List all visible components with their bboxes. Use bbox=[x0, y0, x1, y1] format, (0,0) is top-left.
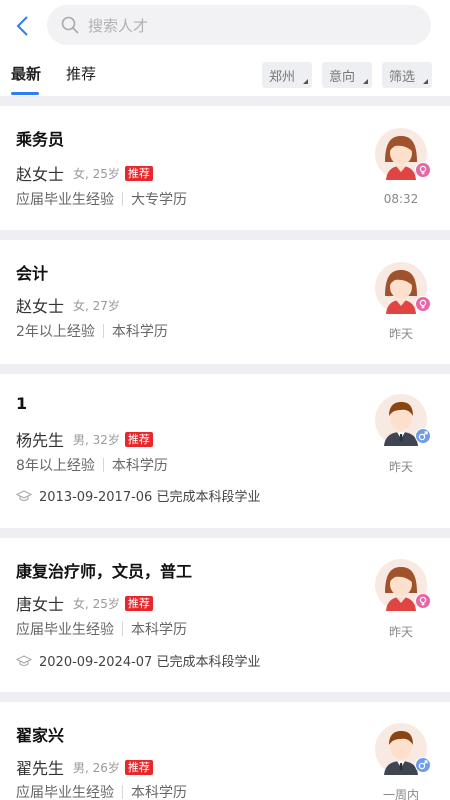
education-history: 2020-09-2024-07 已完成本科段学业 bbox=[16, 651, 260, 670]
update-time: 昨天 bbox=[388, 460, 413, 474]
avatar[interactable] bbox=[375, 128, 431, 180]
person-name: 赵女士 bbox=[16, 297, 65, 316]
search-input[interactable]: 搜索人才 bbox=[47, 5, 431, 45]
education: 本科学历 bbox=[111, 458, 168, 474]
filter-more-label: 筛选 bbox=[389, 69, 416, 85]
filter-intention-label: 意向 bbox=[329, 69, 356, 85]
search-icon bbox=[61, 16, 79, 34]
person-name: 翟先生 bbox=[16, 759, 65, 778]
recommend-tag: 推荐 bbox=[124, 165, 153, 181]
avatar[interactable] bbox=[375, 559, 431, 611]
talent-search-page: 搜索人才 最新 推荐 郑州 意向 筛选 乘务员 赵女士 女, 25岁 推荐 应届… bbox=[0, 0, 450, 800]
education-history: 2013-09-2017-06 已完成本科段学业 bbox=[16, 486, 260, 505]
info-row: 8年以上经验 本科学历 bbox=[16, 455, 168, 475]
info-row: 应届毕业生经验 本科学历 bbox=[16, 619, 187, 639]
info-row: 2年以上经验 本科学历 bbox=[16, 321, 168, 341]
divider bbox=[122, 192, 123, 206]
experience: 应届毕业生经验 bbox=[16, 192, 114, 208]
person-meta: 男, 32岁 bbox=[73, 432, 120, 447]
candidate-card[interactable]: 翟家兴 翟先生 男, 26岁 推荐 应届毕业生经验 本科学历 一周内 bbox=[0, 702, 450, 800]
filter-intention[interactable]: 意向 bbox=[322, 62, 372, 88]
recommend-tag: 推荐 bbox=[124, 431, 153, 447]
female-icon bbox=[415, 162, 431, 178]
education: 大专学历 bbox=[131, 192, 187, 208]
education-history-text: 2013-09-2017-06 已完成本科段学业 bbox=[39, 490, 261, 505]
person-meta: 男, 26岁 bbox=[73, 760, 120, 775]
person-row: 杨先生 男, 32岁 推荐 bbox=[16, 427, 153, 451]
back-arrow-icon bbox=[16, 16, 28, 36]
tab-recommended[interactable]: 推荐 bbox=[66, 63, 96, 84]
graduation-cap-icon bbox=[16, 489, 32, 501]
dropdown-triangle-icon bbox=[423, 79, 428, 84]
experience: 应届毕业生经验 bbox=[16, 622, 114, 638]
person-name: 赵女士 bbox=[16, 165, 65, 184]
job-title: 1 bbox=[16, 394, 28, 413]
experience: 8年以上经验 bbox=[16, 458, 95, 474]
divider bbox=[102, 458, 104, 472]
person-name: 杨先生 bbox=[16, 431, 65, 450]
back-button[interactable] bbox=[8, 10, 38, 42]
experience: 应届毕业生经验 bbox=[16, 785, 114, 800]
female-icon bbox=[415, 593, 431, 609]
person-row: 翟先生 男, 26岁 推荐 bbox=[16, 755, 153, 779]
person-name: 唐女士 bbox=[16, 595, 65, 614]
filter-city-label: 郑州 bbox=[269, 69, 296, 85]
job-title: 康复治疗师，文员，普工 bbox=[16, 562, 193, 581]
filter-more[interactable]: 筛选 bbox=[382, 62, 432, 88]
person-meta: 女, 25岁 bbox=[73, 596, 120, 611]
update-time: 昨天 bbox=[388, 625, 413, 639]
candidate-card[interactable]: 会计 赵女士 女, 27岁 2年以上经验 本科学历 昨天 bbox=[0, 240, 450, 364]
person-row: 赵女士 女, 25岁 推荐 bbox=[16, 161, 153, 185]
tab-bar: 最新 推荐 郑州 意向 筛选 bbox=[0, 52, 450, 96]
male-icon bbox=[415, 428, 431, 444]
tab-indicator bbox=[11, 92, 39, 95]
info-row: 应届毕业生经验 大专学历 bbox=[16, 189, 187, 209]
avatar[interactable] bbox=[375, 394, 431, 446]
avatar[interactable] bbox=[375, 723, 431, 775]
divider bbox=[122, 785, 123, 799]
education: 本科学历 bbox=[131, 622, 187, 638]
candidate-card[interactable]: 康复治疗师，文员，普工 唐女士 女, 25岁 推荐 应届毕业生经验 本科学历 20… bbox=[0, 538, 450, 692]
info-row: 应届毕业生经验 本科学历 bbox=[16, 782, 187, 800]
header: 搜索人才 bbox=[0, 0, 450, 52]
male-icon bbox=[415, 757, 431, 773]
education-history-text: 2020-09-2024-07 已完成本科段学业 bbox=[39, 655, 261, 670]
filter-city[interactable]: 郑州 bbox=[262, 62, 312, 88]
person-row: 赵女士 女, 27岁 bbox=[16, 293, 120, 317]
education: 本科学历 bbox=[131, 785, 187, 800]
update-time: 一周内 bbox=[382, 788, 419, 800]
tab-latest[interactable]: 最新 bbox=[11, 63, 41, 84]
avatar[interactable] bbox=[375, 262, 431, 314]
female-icon bbox=[415, 296, 431, 312]
person-meta: 女, 25岁 bbox=[73, 166, 120, 181]
job-title: 会计 bbox=[16, 264, 49, 283]
person-meta: 女, 27岁 bbox=[73, 298, 120, 313]
experience: 2年以上经验 bbox=[16, 324, 95, 340]
update-time: 08:32 bbox=[383, 192, 419, 206]
update-time: 昨天 bbox=[388, 327, 413, 341]
search-placeholder: 搜索人才 bbox=[88, 16, 149, 35]
divider bbox=[122, 622, 123, 636]
dropdown-triangle-icon bbox=[303, 79, 308, 84]
job-title: 翟家兴 bbox=[16, 726, 65, 745]
dropdown-triangle-icon bbox=[363, 79, 368, 84]
recommend-tag: 推荐 bbox=[124, 595, 153, 611]
education: 本科学历 bbox=[111, 324, 168, 340]
graduation-cap-icon bbox=[16, 654, 32, 666]
candidate-card[interactable]: 乘务员 赵女士 女, 25岁 推荐 应届毕业生经验 大专学历 08:32 bbox=[0, 106, 450, 230]
person-row: 唐女士 女, 25岁 推荐 bbox=[16, 591, 153, 615]
candidate-card[interactable]: 1 杨先生 男, 32岁 推荐 8年以上经验 本科学历 2013-09-2017-… bbox=[0, 374, 450, 528]
recommend-tag: 推荐 bbox=[124, 759, 153, 775]
job-title: 乘务员 bbox=[16, 130, 65, 149]
divider bbox=[102, 324, 104, 338]
